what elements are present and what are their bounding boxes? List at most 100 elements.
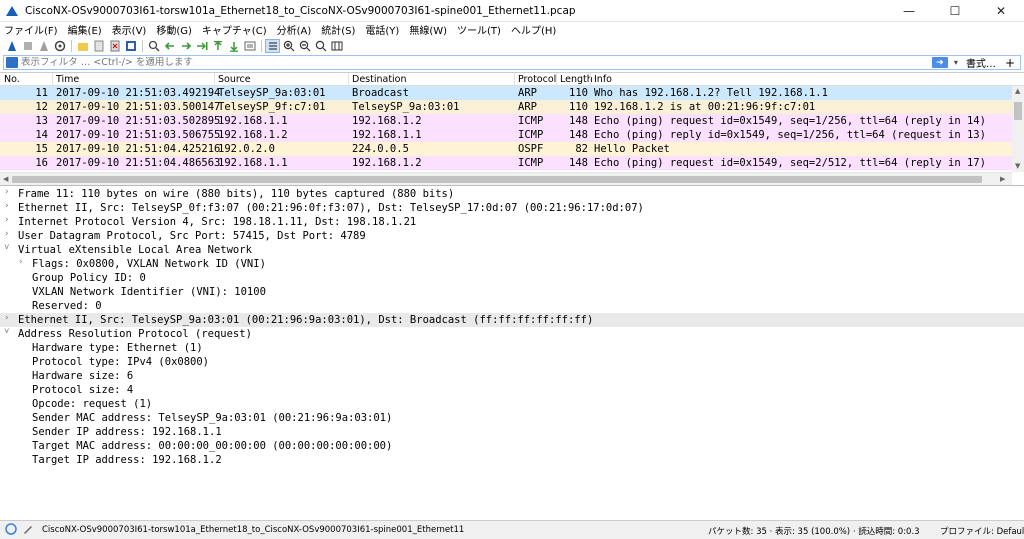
col-no[interactable]: No. [4,74,20,85]
packet-cell-protocol: OSPF [518,143,544,155]
detail-tree-row[interactable]: ˅ Address Resolution Protocol (request) [0,327,1024,341]
resize-columns-icon[interactable] [329,39,344,53]
menu-file[interactable]: ファイル(F) [4,22,58,37]
expand-arrow-icon[interactable]: › [4,313,9,323]
capture-comment-icon[interactable] [22,523,34,538]
col-info[interactable]: Info [594,74,612,85]
status-profile[interactable]: プロファイル: Default [940,525,1024,537]
detail-tree-row[interactable]: › Frame 11: 110 bytes on wire (880 bits),… [0,187,1024,201]
collapse-arrow-icon[interactable]: ˅ [4,327,9,337]
packet-row[interactable]: 12 2017-09-10 21:51:03.500147 TelseySP_9f:… [0,100,1024,114]
detail-tree-row[interactable]: › Internet Protocol Version 4, Src: 198.1… [0,215,1024,229]
zoom-reset-icon[interactable] [313,39,328,53]
detail-tree-row[interactable]: ˅ Virtual eXtensible Local Area Network [0,243,1024,257]
apply-filter-icon[interactable]: ➜ [931,57,948,68]
filter-expression-button[interactable]: 書式… [966,55,996,70]
scroll-up-icon[interactable]: ▲ [1015,87,1020,95]
detail-tree-row[interactable]: Hardware type: Ethernet (1) [0,341,1024,355]
col-time[interactable]: Time [56,74,79,85]
detail-tree-row[interactable]: › Ethernet II, Src: TelseySP_0f:f3:07 (00… [0,201,1024,215]
restart-capture-icon[interactable] [36,39,51,53]
expand-arrow-icon[interactable]: › [18,257,23,267]
first-packet-icon[interactable] [210,39,225,53]
bookmark-icon[interactable] [6,57,18,68]
detail-tree-row[interactable]: VXLAN Network Identifier (VNI): 10100 [0,285,1024,299]
scroll-down-icon[interactable]: ▼ [1015,162,1020,170]
expand-arrow-icon[interactable]: › [4,215,9,225]
find-packet-icon[interactable] [146,39,161,53]
detail-tree-row[interactable]: Group Policy ID: 0 [0,271,1024,285]
packet-row[interactable]: 15 2017-09-10 21:51:04.425216 192.0.2.0 224… [0,142,1024,156]
detail-tree-row[interactable]: Sender MAC address: TelseySP_9a:03:01 (0… [0,411,1024,425]
packet-list-vertical-scrollbar[interactable]: ▲ ▼ [1012,86,1024,172]
start-capture-icon[interactable] [4,39,19,53]
scroll-thumb[interactable] [1014,102,1022,120]
close-button[interactable]: ✕ [978,0,1024,22]
detail-tree-row[interactable]: Hardware size: 6 [0,369,1024,383]
packet-row[interactable]: 14 2017-09-10 21:51:03.506755 192.168.1.2 1… [0,128,1024,142]
zoom-in-icon[interactable] [281,39,296,53]
menu-edit[interactable]: 編集(E) [68,22,102,37]
menu-capture[interactable]: キャプチャ(C) [202,22,267,37]
detail-tree-text: VXLAN Network Identifier (VNI): 10100 [32,286,266,298]
menu-tools[interactable]: ツール(T) [457,22,501,37]
open-file-icon[interactable] [75,39,90,53]
packet-row[interactable]: 11 2017-09-10 21:51:03.492194 TelseySP_9a:… [0,86,1024,100]
menu-view[interactable]: 表示(V) [112,22,147,37]
auto-scroll-icon[interactable] [242,39,257,53]
detail-tree-row[interactable]: Target IP address: 192.168.1.2 [0,453,1024,467]
col-protocol[interactable]: Protocol [518,74,556,85]
add-filter-button[interactable]: + [1005,56,1015,70]
stop-capture-icon[interactable] [20,39,35,53]
packet-list-horizontal-scrollbar[interactable]: ◀ ▶ [0,172,1012,185]
packet-cell-info: 192.168.1.2 is at 00:21:96:9f:c7:01 [594,101,816,113]
menu-statistics[interactable]: 統計(S) [321,22,355,37]
go-back-icon[interactable] [162,39,177,53]
menu-help[interactable]: ヘルプ(H) [511,22,556,37]
go-forward-icon[interactable] [178,39,193,53]
expand-arrow-icon[interactable]: › [4,201,9,211]
detail-tree-row[interactable]: › User Datagram Protocol, Src Port: 57415… [0,229,1024,243]
col-length[interactable]: Length [560,74,593,85]
col-source[interactable]: Source [218,74,251,85]
display-filter-input[interactable] [21,57,932,68]
filter-history-dropdown-icon[interactable]: ▾ [950,58,962,67]
scroll-thumb[interactable] [12,176,982,183]
expand-arrow-icon[interactable]: › [4,187,9,197]
packet-cell-source: TelseySP_9f:c7:01 [218,101,326,113]
colorize-icon[interactable] [265,38,280,53]
capture-options-icon[interactable] [52,39,67,53]
detail-tree-text: Sender IP address: 192.168.1.1 [32,426,222,438]
scroll-left-icon[interactable]: ◀ [3,175,8,183]
expert-info-icon[interactable] [5,523,17,538]
detail-tree-row[interactable]: Reserved: 0 [0,299,1024,313]
menu-go[interactable]: 移動(G) [156,22,192,37]
col-destination[interactable]: Destination [352,74,407,85]
menu-analyze[interactable]: 分析(A) [277,22,312,37]
last-packet-icon[interactable] [226,39,241,53]
minimize-button[interactable]: — [886,0,932,22]
detail-tree-row[interactable]: Protocol type: IPv4 (0x0800) [0,355,1024,369]
close-file-icon[interactable] [107,39,122,53]
packet-row[interactable]: 16 2017-09-10 21:51:04.486563 192.168.1.1 1… [0,156,1024,170]
zoom-out-icon[interactable] [297,39,312,53]
detail-tree-row[interactable]: › Flags: 0x0800, VXLAN Network ID (VNI) [0,257,1024,271]
collapse-arrow-icon[interactable]: ˅ [4,243,9,253]
menu-telephony[interactable]: 電話(Y) [365,22,399,37]
detail-tree-row[interactable]: Sender IP address: 192.168.1.1 [0,425,1024,439]
reload-file-icon[interactable] [123,39,138,53]
packet-cell-length: 148 [569,115,588,127]
go-to-packet-icon[interactable] [194,39,209,53]
detail-tree-row[interactable]: Protocol size: 4 [0,383,1024,397]
detail-tree-row[interactable]: Opcode: request (1) [0,397,1024,411]
packet-list: No. Time Source Destination Protocol Len… [0,72,1024,186]
expand-arrow-icon[interactable]: › [4,229,9,239]
maximize-button[interactable]: ☐ [932,0,978,22]
detail-tree-row[interactable]: Target MAC address: 00:00:00_00:00:00 (0… [0,439,1024,453]
packet-cell-no: 15 [35,143,48,155]
scroll-right-icon[interactable]: ▶ [1000,175,1005,183]
packet-row[interactable]: 13 2017-09-10 21:51:03.502895 192.168.1.1 1… [0,114,1024,128]
detail-tree-row[interactable]: › Ethernet II, Src: TelseySP_9a:03:01 (00… [0,313,1024,327]
menu-wireless[interactable]: 無線(W) [409,22,447,37]
save-file-icon[interactable] [91,39,106,53]
